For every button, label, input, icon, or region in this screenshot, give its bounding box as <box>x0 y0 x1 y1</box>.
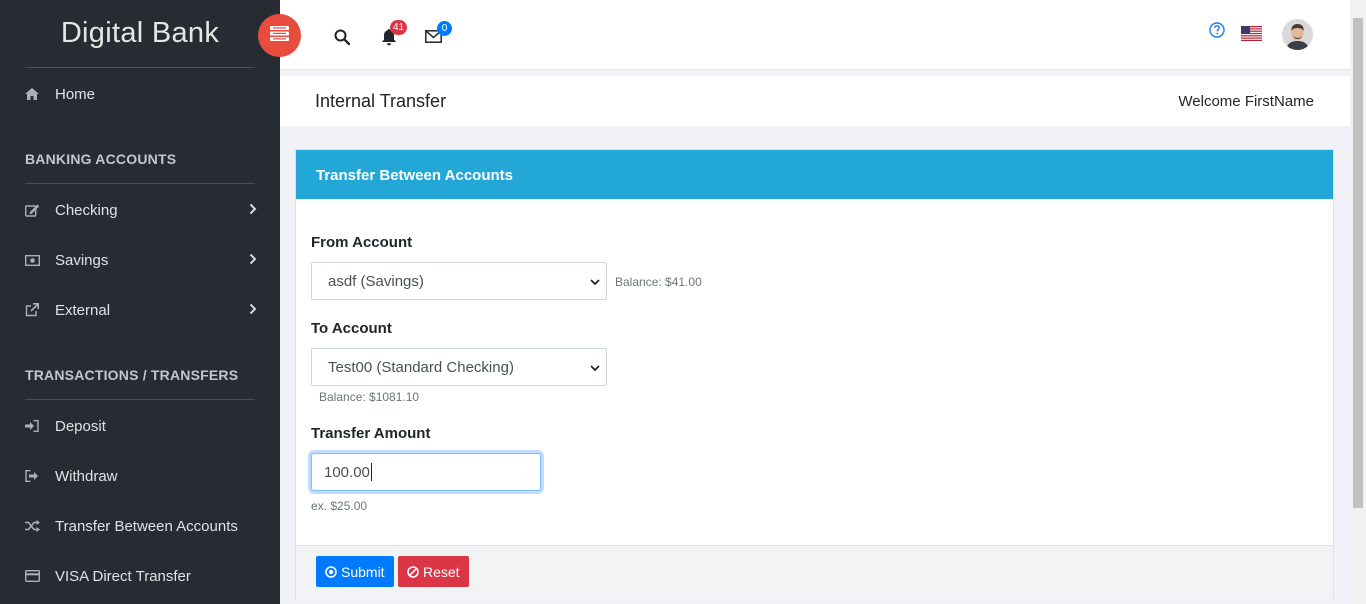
us-flag-icon[interactable] <box>1241 26 1262 46</box>
notifications-badge: 41 <box>390 20 408 35</box>
sidebar-item-deposit[interactable]: Deposit <box>25 414 257 438</box>
sidebar-item-savings[interactable]: Savings <box>25 248 257 272</box>
transfer-amount-label: Transfer Amount <box>311 425 431 442</box>
edit-icon <box>25 204 55 217</box>
submit-label: Submit <box>341 563 385 580</box>
from-account-value: asdf (Savings) <box>328 272 424 290</box>
reset-label: Reset <box>423 563 460 580</box>
credit-card-icon <box>25 570 55 582</box>
welcome-text: Welcome FirstName <box>1178 93 1314 110</box>
sidebar-item-external[interactable]: External <box>25 298 257 322</box>
from-account-select[interactable]: asdf (Savings) <box>311 262 607 300</box>
sign-out-icon <box>25 470 55 482</box>
chevron-down-icon <box>590 361 600 378</box>
avatar[interactable] <box>1282 19 1313 55</box>
sidebar-item-visa[interactable]: VISA Direct Transfer <box>25 564 257 588</box>
sidebar-item-label: Transfer Between Accounts <box>55 517 238 535</box>
sidebar-item-label: Withdraw <box>55 467 118 485</box>
notifications-button[interactable]: 41 <box>381 20 408 51</box>
from-account-balance: Balance: $41.00 <box>615 275 702 289</box>
external-link-icon <box>25 303 55 317</box>
menu-toggle-button[interactable] <box>258 14 301 57</box>
card-footer: Submit Reset <box>296 545 1333 599</box>
transfer-amount-input[interactable]: 100.00 <box>311 453 541 491</box>
transfer-card: Transfer Between Accounts From Account a… <box>295 149 1334 599</box>
menu-icon <box>270 25 289 46</box>
reset-button[interactable]: Reset <box>398 556 469 587</box>
money-icon <box>25 254 55 266</box>
sidebar-item-label: Home <box>55 85 96 103</box>
card-title: Transfer Between Accounts <box>296 150 1333 199</box>
check-circle-icon <box>325 565 337 578</box>
search-icon[interactable] <box>334 29 351 50</box>
page-header: Internal Transfer Welcome FirstName <box>280 76 1350 126</box>
sidebar-item-checking[interactable]: Checking <box>25 198 257 222</box>
to-account-value: Test00 (Standard Checking) <box>328 358 514 376</box>
sidebar-item-home[interactable]: Home <box>25 82 257 106</box>
text-caret <box>370 463 372 481</box>
sidebar: Digital Bank Home BANKING ACCOUNTS Check… <box>0 0 280 604</box>
to-account-select[interactable]: Test00 (Standard Checking) <box>311 348 607 386</box>
chevron-down-icon <box>590 275 600 292</box>
page-title: Internal Transfer <box>315 91 447 111</box>
section-title-transactions: TRANSACTIONS / TRANSFERS <box>25 367 255 400</box>
sign-in-icon <box>25 420 55 432</box>
sidebar-item-withdraw[interactable]: Withdraw <box>25 464 257 488</box>
bell-icon <box>381 29 397 50</box>
brand-logo[interactable]: Digital Bank <box>25 0 255 68</box>
random-icon <box>25 520 55 532</box>
home-icon <box>25 88 55 100</box>
brand-name-light: Digital <box>60 17 144 49</box>
messages-badge: 0 <box>437 21 452 36</box>
sidebar-item-label: Deposit <box>55 417 106 435</box>
help-icon[interactable] <box>1209 22 1225 43</box>
section-title-banking-accounts: BANKING ACCOUNTS <box>25 151 255 184</box>
sidebar-item-label: Savings <box>55 251 109 269</box>
sidebar-item-transfer[interactable]: Transfer Between Accounts <box>25 514 257 538</box>
sidebar-item-label: VISA Direct Transfer <box>55 567 191 585</box>
submit-button[interactable]: Submit <box>316 556 394 587</box>
ban-icon <box>407 565 419 578</box>
to-account-balance: Balance: $1081.10 <box>319 390 420 404</box>
to-account-label: To Account <box>311 320 392 337</box>
top-header: 41 0 <box>258 0 1350 70</box>
from-account-label: From Account <box>311 234 413 251</box>
chevron-right-icon <box>249 252 257 269</box>
scrollbar-thumb[interactable] <box>1353 18 1363 508</box>
messages-button[interactable]: 0 <box>425 21 452 48</box>
chevron-right-icon <box>249 202 257 219</box>
brand-name-bold: Bank <box>151 17 220 49</box>
sidebar-item-label: External <box>55 301 111 319</box>
sidebar-item-label: Checking <box>55 201 118 219</box>
page-scrollbar[interactable] <box>1350 0 1366 604</box>
transfer-amount-value: 100.00 <box>324 463 370 481</box>
transfer-amount-hint: ex. $25.00 <box>311 499 368 513</box>
chevron-right-icon <box>249 302 257 319</box>
